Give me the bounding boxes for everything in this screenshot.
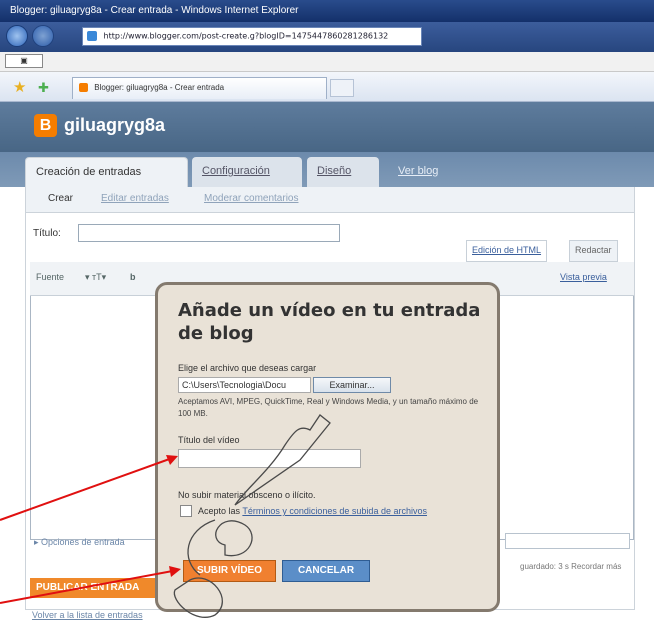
preview-link[interactable]: Vista previa bbox=[560, 272, 607, 282]
font-select[interactable]: Fuente bbox=[36, 272, 64, 282]
video-title-label: Título del vídeo bbox=[178, 435, 240, 445]
main-tabs: Creación de entradas Configuración Diseñ… bbox=[0, 152, 654, 187]
dialog-title: Añade un vídeo en tu entrada de blog bbox=[178, 300, 481, 344]
video-title-input[interactable] bbox=[178, 449, 361, 468]
blogger-header: B giluagryg8a bbox=[0, 102, 654, 152]
menu-toggle-button[interactable]: ▣ bbox=[5, 54, 43, 68]
upload-video-button[interactable]: SUBIR VÍDEO bbox=[183, 560, 276, 582]
menu-strip: ▣ bbox=[0, 52, 654, 72]
favorites-bar: ★ ✚ Blogger: giluagryg8a - Crear entrada bbox=[0, 72, 654, 102]
back-button[interactable] bbox=[6, 25, 28, 47]
post-title-input[interactable] bbox=[78, 224, 340, 242]
subtab-editar-entradas[interactable]: Editar entradas bbox=[101, 193, 169, 204]
ie-page-icon bbox=[87, 31, 97, 41]
labels-input[interactable] bbox=[505, 533, 630, 549]
tab-edicion-html[interactable]: Edición de HTML bbox=[466, 240, 548, 262]
window-title: Blogger: giluagryg8a - Crear entrada - W… bbox=[10, 5, 299, 16]
tab-ver-blog[interactable]: Ver blog bbox=[388, 157, 468, 187]
browser-tab-active[interactable]: Blogger: giluagryg8a - Crear entrada bbox=[72, 77, 327, 99]
terms-link[interactable]: Términos y condiciones de subida de arch… bbox=[242, 506, 427, 516]
forward-button[interactable] bbox=[32, 25, 54, 47]
tab-configuracion[interactable]: Configuración bbox=[192, 157, 302, 187]
add-favorite-icon[interactable]: ✚ bbox=[38, 80, 49, 96]
blog-name: giluagryg8a bbox=[64, 115, 166, 135]
favorites-star-icon[interactable]: ★ bbox=[13, 78, 26, 96]
window-title-bar: Blogger: giluagryg8a - Crear entrada - W… bbox=[0, 0, 654, 22]
restriction-text: No subir material obsceno o ilícito. bbox=[178, 490, 316, 500]
url-text: http://www.blogger.com/post-create.g?blo… bbox=[103, 31, 389, 41]
subtab-moderar-comentarios[interactable]: Moderar comentarios bbox=[204, 193, 298, 204]
file-path-input[interactable]: C:\Users\Tecnologia\Docu bbox=[178, 377, 311, 393]
accept-terms-checkbox[interactable] bbox=[180, 505, 192, 517]
format-help-text: Aceptamos AVI, MPEG, QuickTime, Real y W… bbox=[178, 397, 479, 418]
back-to-list-link[interactable]: Volver a la lista de entradas bbox=[32, 610, 143, 620]
options-label: Opciones de entrada bbox=[41, 537, 125, 547]
blogger-tab-icon bbox=[79, 83, 88, 93]
sub-tabs: Crear Editar entradas Moderar comentario… bbox=[25, 187, 635, 212]
address-bar: http://www.blogger.com/post-create.g?blo… bbox=[0, 22, 654, 52]
cancel-button[interactable]: CANCELAR bbox=[282, 560, 370, 582]
font-size-icon[interactable]: ▾ тT▾ bbox=[85, 272, 106, 283]
file-label: Elige el archivo que deseas cargar bbox=[178, 363, 317, 373]
title-label: Título: bbox=[33, 228, 61, 239]
blogger-logo-icon[interactable]: B bbox=[34, 114, 57, 137]
autosave-note: guardado: 3 s Recordar más bbox=[520, 562, 622, 571]
tab-title: Blogger: giluagryg8a - Crear entrada bbox=[94, 83, 225, 92]
bold-icon[interactable]: b bbox=[130, 272, 136, 282]
terms-text: Acepto las Términos y condiciones de sub… bbox=[198, 505, 488, 517]
tab-diseno[interactable]: Diseño bbox=[307, 157, 379, 187]
accept-text: Acepto las bbox=[198, 506, 241, 516]
tab-creacion-de-entradas[interactable]: Creación de entradas bbox=[25, 157, 188, 187]
new-tab-button[interactable] bbox=[330, 79, 354, 97]
url-input[interactable]: http://www.blogger.com/post-create.g?blo… bbox=[82, 27, 422, 46]
video-upload-dialog: Añade un vídeo en tu entrada de blog Eli… bbox=[155, 282, 500, 612]
browse-button[interactable]: Examinar... bbox=[313, 377, 391, 393]
subtab-crear[interactable]: Crear bbox=[48, 193, 73, 204]
tab-redactar[interactable]: Redactar bbox=[569, 240, 618, 262]
